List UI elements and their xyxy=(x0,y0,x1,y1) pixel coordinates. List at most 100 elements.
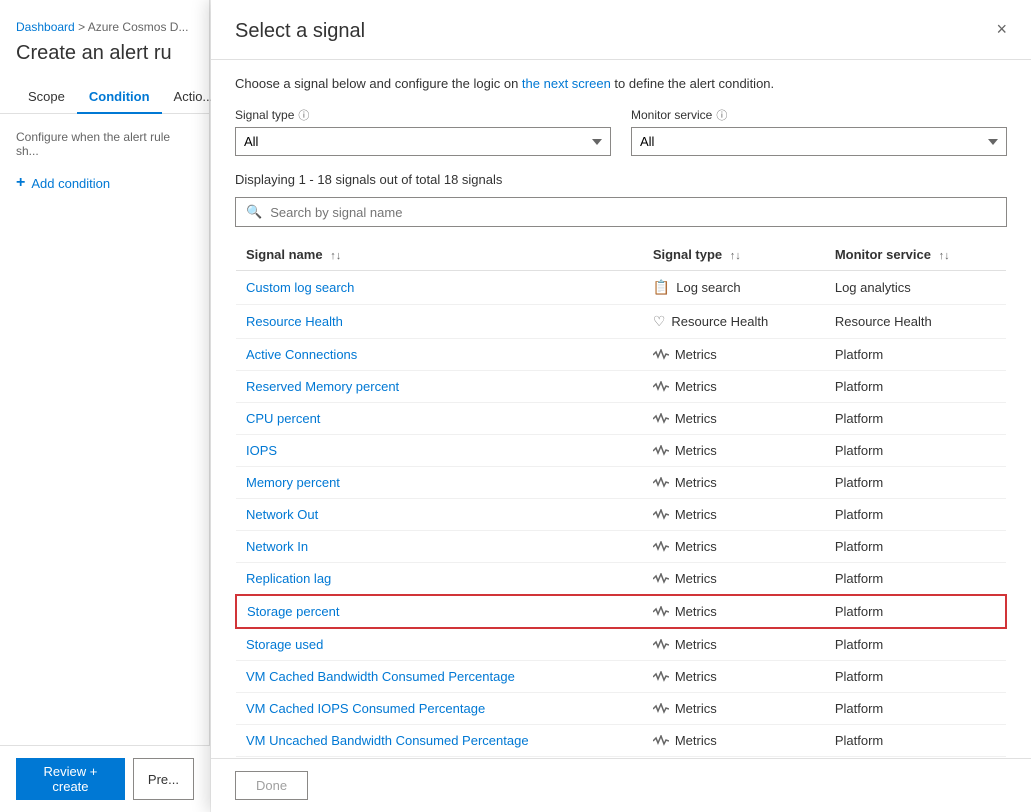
monitor-service-text: Platform xyxy=(825,403,1006,435)
monitor-service-text: Platform xyxy=(825,499,1006,531)
breadcrumb-cosmos: Azure Cosmos D... xyxy=(88,20,189,34)
monitor-service-filter: Monitor service ⓘ All xyxy=(631,107,1007,156)
signal-type-text: Metrics xyxy=(675,637,717,652)
review-create-button[interactable]: Review + create xyxy=(16,758,125,800)
table-row: Network Out Metrics Platform xyxy=(236,499,1006,531)
breadcrumb-dashboard[interactable]: Dashboard xyxy=(16,20,75,34)
signal-name-link[interactable]: CPU percent xyxy=(246,411,320,426)
table-row: IOPS Metrics Platform xyxy=(236,435,1006,467)
sort-signal-name-icon[interactable]: ↑↓ xyxy=(330,250,341,262)
bottom-bar: Review + create Pre... xyxy=(0,745,210,812)
config-text: Configure when the alert rule sh... xyxy=(16,130,193,158)
add-condition-label: Add condition xyxy=(31,176,110,191)
signal-type-text: Metrics xyxy=(675,507,717,522)
table-row: Storage percentMetricsPlatform xyxy=(236,595,1006,628)
monitor-service-text: Platform xyxy=(825,531,1006,563)
signal-count-text: Displaying 1 - 18 signals out of total 1… xyxy=(235,172,1007,187)
signal-name-link[interactable]: Replication lag xyxy=(246,571,331,586)
plus-icon: + xyxy=(16,174,25,192)
signal-type-select[interactable]: All xyxy=(235,127,611,156)
signal-type-text: Metrics xyxy=(675,604,717,619)
signal-type-filter: Signal type ⓘ All xyxy=(235,107,611,156)
signal-type-text: Metrics xyxy=(675,539,717,554)
signal-name-link[interactable]: Resource Health xyxy=(246,314,343,329)
select-signal-modal: Select a signal × Choose a signal below … xyxy=(211,0,1031,812)
left-panel: Dashboard > Azure Cosmos D... Create an … xyxy=(0,0,210,812)
table-row: Memory percent Metrics Platform xyxy=(236,467,1006,499)
signal-name-link[interactable]: IOPS xyxy=(246,443,277,458)
signal-name-link[interactable]: Storage percent xyxy=(247,604,340,619)
signal-type-text: Metrics xyxy=(675,571,717,586)
signal-name-link[interactable]: Active Connections xyxy=(246,347,357,362)
monitor-service-text: Platform xyxy=(825,725,1006,757)
modal-description: Choose a signal below and configure the … xyxy=(235,76,1007,91)
add-condition-button[interactable]: + Add condition xyxy=(16,174,110,192)
signal-type-text: Metrics xyxy=(675,669,717,684)
monitor-service-text: Platform xyxy=(825,467,1006,499)
sort-monitor-service-icon[interactable]: ↑↓ xyxy=(939,250,950,262)
table-row: VM Cached IOPS Consumed Percentage Metric… xyxy=(236,693,1006,725)
left-content: Configure when the alert rule sh... + Ad… xyxy=(0,114,209,208)
done-button[interactable]: Done xyxy=(235,771,308,800)
signal-name-link[interactable]: VM Uncached Bandwidth Consumed Percentag… xyxy=(246,733,529,748)
signal-name-link[interactable]: Network In xyxy=(246,539,308,554)
col-monitor-service: Monitor service ↑↓ xyxy=(825,239,1006,271)
signal-type-text: Log search xyxy=(676,280,740,295)
monitor-service-label: Monitor service ⓘ xyxy=(631,107,1007,123)
sort-signal-type-icon[interactable]: ↑↓ xyxy=(730,250,741,262)
search-box: 🔍 xyxy=(235,197,1007,227)
modal-title: Select a signal xyxy=(235,20,365,43)
table-row: Reserved Memory percent Metrics Platform xyxy=(236,371,1006,403)
monitor-service-select[interactable]: All xyxy=(631,127,1007,156)
search-input[interactable] xyxy=(270,205,996,220)
table-row: Custom log search📋Log searchLog analytic… xyxy=(236,271,1006,305)
signal-type-text: Resource Health xyxy=(671,314,768,329)
tab-condition[interactable]: Condition xyxy=(77,81,162,114)
monitor-service-text: Platform xyxy=(825,371,1006,403)
monitor-service-info-icon: ⓘ xyxy=(716,107,727,123)
signal-type-text: Metrics xyxy=(675,347,717,362)
signal-table: Signal name ↑↓ Signal type ↑↓ Monitor se… xyxy=(235,239,1007,758)
search-icon: 🔍 xyxy=(246,204,262,220)
modal-close-button[interactable]: × xyxy=(996,20,1007,38)
tab-scope[interactable]: Scope xyxy=(16,81,77,114)
signal-name-link[interactable]: Network Out xyxy=(246,507,318,522)
signal-type-text: Metrics xyxy=(675,733,717,748)
signal-name-link[interactable]: Custom log search xyxy=(246,280,354,295)
previous-button[interactable]: Pre... xyxy=(133,758,194,800)
signal-name-link[interactable]: Memory percent xyxy=(246,475,340,490)
table-row: Active ConnectionsMetricsPlatform xyxy=(236,339,1006,371)
monitor-service-text: Platform xyxy=(825,435,1006,467)
monitor-service-text: Platform xyxy=(825,661,1006,693)
monitor-service-text: Platform xyxy=(825,693,1006,725)
table-header-row: Signal name ↑↓ Signal type ↑↓ Monitor se… xyxy=(236,239,1006,271)
tabs-bar: Scope Condition Actio... xyxy=(0,81,209,114)
filter-row: Signal type ⓘ All Monitor service ⓘ All xyxy=(235,107,1007,156)
monitor-service-text: Resource Health xyxy=(825,305,1006,339)
signal-name-link[interactable]: Storage used xyxy=(246,637,323,652)
col-signal-name: Signal name ↑↓ xyxy=(236,239,643,271)
signal-type-text: Metrics xyxy=(675,475,717,490)
col-signal-type: Signal type ↑↓ xyxy=(643,239,825,271)
signal-type-label: Signal type ⓘ xyxy=(235,107,611,123)
modal-body: Choose a signal below and configure the … xyxy=(211,60,1031,758)
signal-name-link[interactable]: VM Cached Bandwidth Consumed Percentage xyxy=(246,669,515,684)
table-row: Network In Metrics Platform xyxy=(236,531,1006,563)
signal-type-info-icon: ⓘ xyxy=(298,107,309,123)
signal-name-link[interactable]: Reserved Memory percent xyxy=(246,379,399,394)
monitor-service-text: Platform xyxy=(825,563,1006,596)
modal-desc-link[interactable]: the next screen xyxy=(522,76,611,91)
breadcrumb: Dashboard > Azure Cosmos D... xyxy=(0,12,209,38)
signal-type-text: Metrics xyxy=(675,411,717,426)
monitor-service-text: Log analytics xyxy=(825,271,1006,305)
table-row: Storage usedMetricsPlatform xyxy=(236,628,1006,661)
signal-type-text: Metrics xyxy=(675,443,717,458)
modal-header: Select a signal × xyxy=(211,0,1031,60)
table-row: Resource Health♡Resource HealthResource … xyxy=(236,305,1006,339)
signal-name-link[interactable]: VM Cached IOPS Consumed Percentage xyxy=(246,701,485,716)
signal-type-text: Metrics xyxy=(675,701,717,716)
modal-footer: Done xyxy=(211,758,1031,812)
table-row: VM Cached Bandwidth Consumed Percentage M… xyxy=(236,661,1006,693)
signal-type-text: Metrics xyxy=(675,379,717,394)
table-row: CPU percent Metrics Platform xyxy=(236,403,1006,435)
